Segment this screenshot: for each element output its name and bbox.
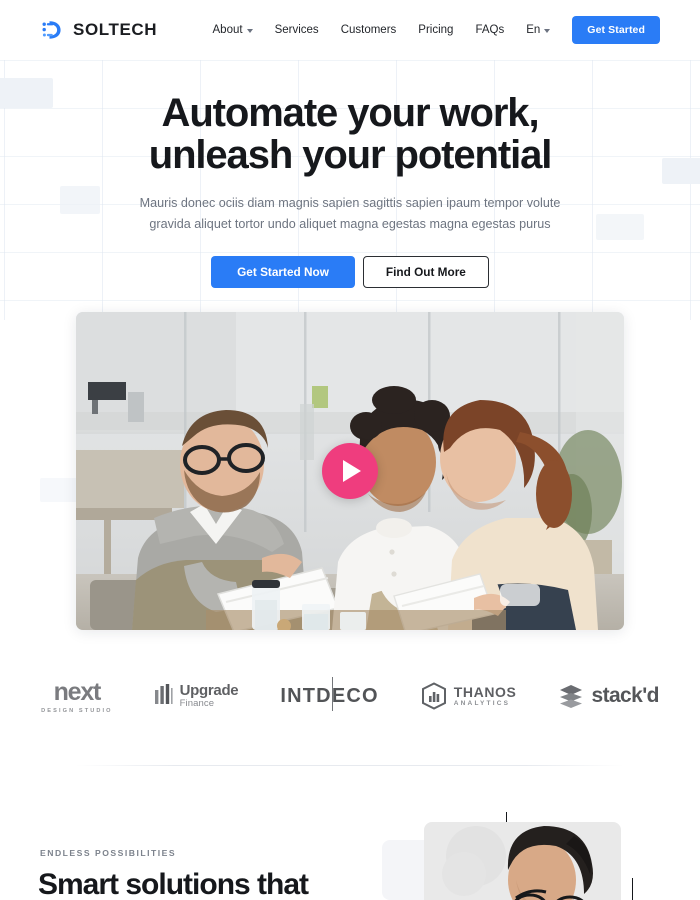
- logo-next-tagline: DESIGN STUDIO: [41, 708, 113, 714]
- client-logo-strip: next DESIGN STUDIO Upgrade Finance INTDE…: [0, 668, 700, 724]
- logo-next-name: next: [53, 678, 102, 706]
- nav-item-customers[interactable]: Customers: [341, 24, 397, 36]
- nav-item-faqs[interactable]: FAQs: [475, 24, 504, 36]
- logo-thanos-analytics[interactable]: THANOS ANALYTICS: [421, 682, 517, 710]
- logo-thanos-name: THANOS: [453, 683, 517, 700]
- logo-next[interactable]: next DESIGN STUDIO: [41, 678, 112, 714]
- layers-icon: [560, 685, 583, 708]
- section-photo: [424, 822, 621, 900]
- logo-stackd[interactable]: stack'd: [558, 683, 659, 709]
- section-tick-mark: [632, 878, 634, 900]
- logo-upgrade-name: Upgrade: [179, 682, 239, 700]
- page-title: Automate your work, unleash your potenti…: [0, 92, 700, 177]
- brand-logo[interactable]: SOLTECH: [40, 18, 157, 42]
- nav-item-services[interactable]: Services: [275, 24, 319, 36]
- hero-cta-group: Get Started Now Find Out More: [0, 256, 700, 289]
- landing-page: SOLTECH About Services Customers Pricing…: [0, 0, 700, 900]
- find-out-more-button[interactable]: Find Out More: [362, 256, 489, 289]
- intdeco-bar-icon: [331, 676, 334, 711]
- logo-stackd-name: stack'd: [591, 684, 659, 707]
- section-title: Smart solutions that: [38, 868, 309, 900]
- logo-intdeco[interactable]: INTDECO: [280, 676, 379, 711]
- brand-name: SOLTECH: [73, 20, 158, 39]
- chevron-down-icon: [544, 29, 551, 33]
- soltech-logo-icon: [42, 21, 61, 39]
- hexagon-chart-icon: [421, 682, 446, 710]
- hero-title-line-1: Automate your work,: [161, 91, 540, 135]
- main-nav: About Services Customers Pricing FAQs En…: [213, 16, 660, 44]
- bars-icon: [154, 684, 173, 704]
- logo-intdeco-name: INTDECO: [280, 684, 379, 707]
- nav-label: En: [526, 24, 541, 36]
- nav-label: About: [212, 24, 243, 36]
- hero-video[interactable]: [76, 312, 624, 630]
- hero-title-line-2: unleash your potential: [148, 133, 553, 178]
- video-play-button[interactable]: [322, 443, 378, 499]
- nav-item-language[interactable]: En: [526, 24, 551, 36]
- logo-upgrade-tagline: Finance: [179, 697, 215, 709]
- section-eyebrow: ENDLESS POSSIBILITIES: [40, 848, 177, 858]
- nav-item-pricing[interactable]: Pricing: [418, 24, 453, 36]
- logo-upgrade-finance[interactable]: Upgrade Finance: [154, 682, 239, 709]
- play-icon: [343, 460, 361, 482]
- get-started-now-button[interactable]: Get Started Now: [211, 256, 355, 289]
- site-header: SOLTECH About Services Customers Pricing…: [0, 0, 700, 60]
- section-divider: [76, 765, 624, 766]
- header-get-started-button[interactable]: Get Started: [572, 16, 660, 44]
- nav-item-about[interactable]: About: [213, 24, 253, 36]
- section-image: [424, 822, 621, 900]
- chevron-down-icon: [246, 29, 253, 33]
- logo-thanos-tagline: ANALYTICS: [453, 700, 511, 708]
- hero-subtitle: Mauris donec ociis diam magnis sapien sa…: [139, 195, 561, 231]
